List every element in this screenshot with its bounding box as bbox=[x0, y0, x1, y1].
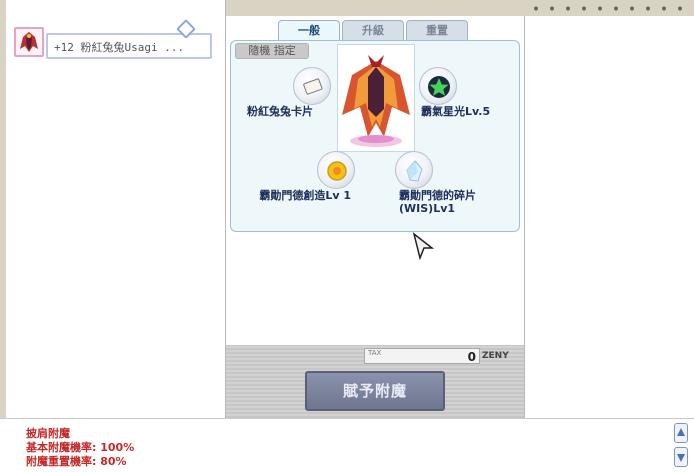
gold-coin-icon[interactable] bbox=[317, 151, 355, 189]
control-dot-icon[interactable] bbox=[640, 4, 656, 12]
control-dot-icon[interactable] bbox=[656, 4, 672, 12]
item-slot[interactable]: +12 粉紅兔兔Usagi ... bbox=[14, 19, 212, 59]
tax-label: TAX bbox=[368, 349, 382, 357]
control-dot-icon[interactable] bbox=[592, 4, 608, 12]
zeny-unit: ZENY bbox=[482, 351, 509, 361]
message-log: 披肩附魔 基本附魔機率: 100% 附魔重置機率: 80% bbox=[0, 418, 694, 473]
message-line: 附魔重置機率: 80% bbox=[26, 455, 127, 468]
control-dot-icon[interactable] bbox=[528, 4, 544, 12]
window-controls[interactable] bbox=[528, 2, 694, 14]
mouse-cursor-icon bbox=[412, 232, 434, 260]
tab-general[interactable]: 一般 bbox=[278, 20, 340, 42]
right-panel bbox=[524, 16, 694, 418]
tab-bar: 一般 升級 重置 bbox=[278, 20, 470, 42]
item-list-panel: +12 粉紅兔兔Usagi ... bbox=[0, 0, 226, 418]
item-preview bbox=[337, 44, 415, 152]
scroll-down-button[interactable] bbox=[674, 447, 688, 467]
tax-value: 0 bbox=[467, 350, 476, 364]
card-icon[interactable] bbox=[293, 67, 331, 105]
control-dot-icon[interactable] bbox=[544, 4, 560, 12]
random-select-button[interactable]: 隨機 指定 bbox=[235, 43, 309, 59]
option-label: 霸氣星光Lv.5 bbox=[421, 105, 491, 118]
tax-field: TAX 0 bbox=[364, 348, 480, 364]
enchant-options-area: 隨機 指定 粉紅兔兔卡片 霸氣星光Lv.5 霸勛門德創造Lv 1 霸勛門德的碎片… bbox=[230, 40, 520, 232]
garment-item-icon[interactable] bbox=[14, 27, 44, 57]
crystal-shard-icon[interactable] bbox=[395, 151, 433, 189]
action-area: TAX 0 ZENY 賦予附魔 bbox=[226, 345, 524, 418]
option-label: 粉紅兔兔卡片 bbox=[247, 105, 313, 118]
control-dot-icon[interactable] bbox=[624, 4, 640, 12]
control-dot-icon[interactable] bbox=[576, 4, 592, 12]
tab-upgrade[interactable]: 升級 bbox=[342, 20, 404, 40]
control-dot-icon[interactable] bbox=[672, 4, 688, 12]
control-dot-icon[interactable] bbox=[608, 4, 624, 12]
option-label: 霸勛門德創造Lv 1 bbox=[259, 189, 351, 202]
grant-enchant-button[interactable]: 賦予附魔 bbox=[305, 371, 445, 411]
tab-reset[interactable]: 重置 bbox=[406, 20, 468, 40]
star-icon[interactable] bbox=[419, 67, 457, 105]
control-dot-icon[interactable] bbox=[560, 4, 576, 12]
scroll-up-button[interactable] bbox=[674, 423, 688, 443]
option-label: 霸勛門德的碎片(WIS)Lv1 bbox=[399, 189, 476, 215]
